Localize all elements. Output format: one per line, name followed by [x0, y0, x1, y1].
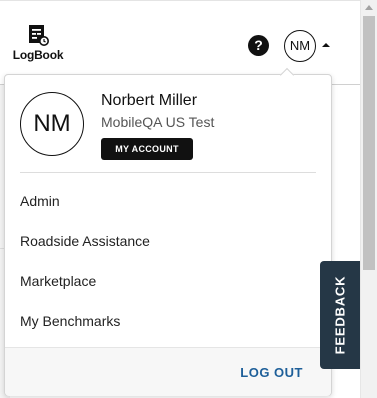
- user-name: Norbert Miller: [101, 92, 198, 109]
- feedback-tab[interactable]: FEEDBACK: [320, 261, 360, 369]
- menu-item-marketplace[interactable]: Marketplace: [20, 270, 310, 292]
- menu-footer: LOG OUT: [5, 347, 331, 396]
- logout-link[interactable]: LOG OUT: [240, 365, 303, 380]
- menu-item-roadside-assistance[interactable]: Roadside Assistance: [20, 230, 310, 252]
- avatar: NM: [20, 92, 84, 156]
- profile-dropdown-menu: NM Norbert Miller MobileQA US Test MY AC…: [4, 74, 332, 396]
- my-account-button[interactable]: MY ACCOUNT: [101, 138, 193, 160]
- vertical-scrollbar[interactable]: [360, 0, 377, 398]
- logbook-icon: [29, 25, 49, 46]
- scrollbar-thumb[interactable]: [363, 16, 375, 270]
- menu-item-my-benchmarks[interactable]: My Benchmarks: [20, 310, 310, 332]
- avatar-menu-button[interactable]: NM: [284, 30, 316, 62]
- menu-divider: [20, 172, 316, 173]
- top-edge-divider: [0, 0, 362, 1]
- help-icon[interactable]: ?: [248, 35, 269, 56]
- logbook-button[interactable]: LogBook: [10, 24, 66, 64]
- user-organization: MobileQA US Test: [101, 114, 215, 130]
- caret-up-icon[interactable]: [322, 43, 330, 47]
- menu-item-admin[interactable]: Admin: [20, 190, 310, 212]
- feedback-label: FEEDBACK: [332, 275, 348, 355]
- scroll-up-arrow-icon[interactable]: [361, 2, 377, 14]
- logbook-label: LogBook: [12, 48, 64, 62]
